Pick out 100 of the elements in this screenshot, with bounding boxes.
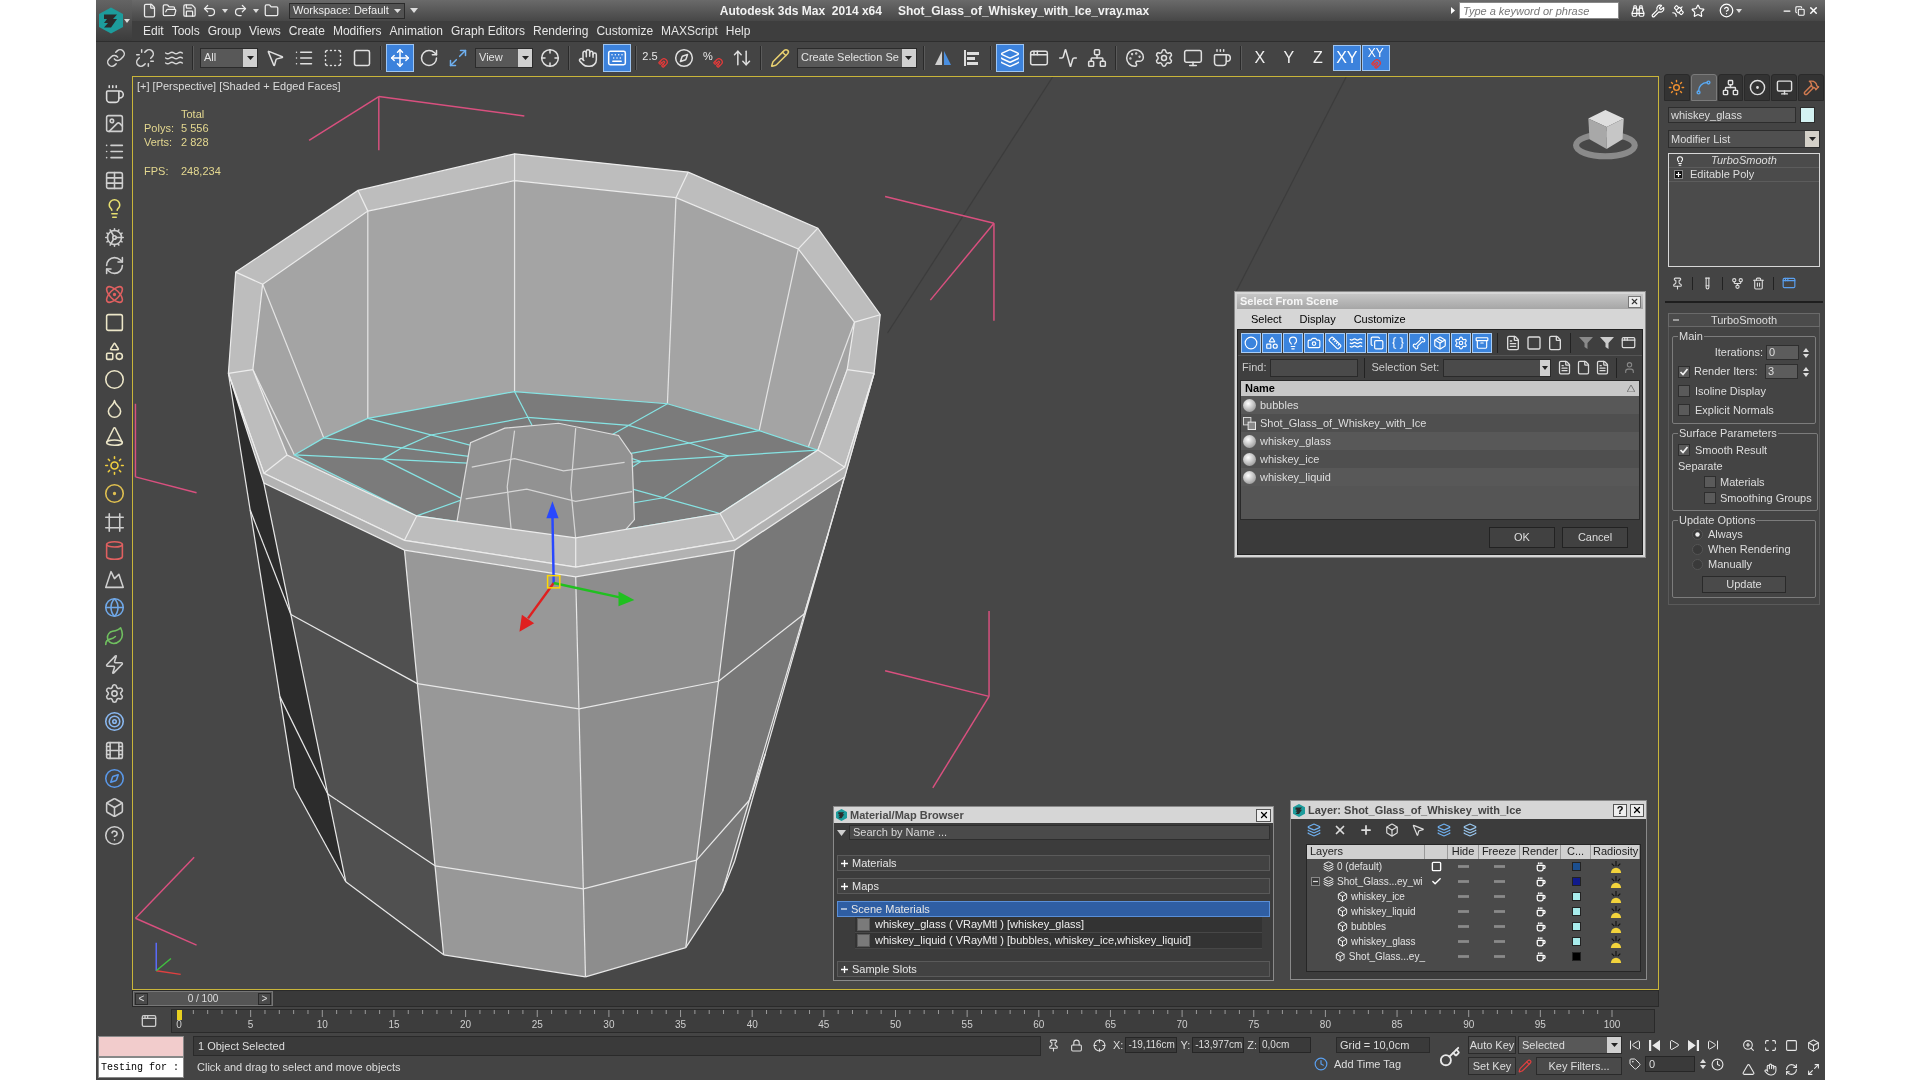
circle-icon[interactable] xyxy=(103,369,125,390)
color-swatch-icon[interactable] xyxy=(1800,107,1815,123)
move-gizmo-icon[interactable] xyxy=(519,501,635,632)
check-icon[interactable] xyxy=(1431,876,1442,887)
menu-item[interactable]: Graph Editors xyxy=(446,25,529,37)
radio-button[interactable] xyxy=(1692,544,1703,555)
color-swatch-icon[interactable] xyxy=(1571,952,1581,961)
restore-icon[interactable] xyxy=(1795,5,1805,16)
help-icon[interactable] xyxy=(103,825,125,846)
menu-item[interactable]: Modifiers xyxy=(328,25,386,37)
step-back-icon[interactable] xyxy=(1649,1039,1660,1051)
menu-item[interactable]: Customize xyxy=(1353,313,1406,325)
triangle-icon[interactable] xyxy=(1742,1062,1756,1076)
coordinate-field[interactable]: -19,116cm xyxy=(1125,1037,1178,1053)
cup-icon[interactable] xyxy=(1535,906,1546,917)
cursor-icon[interactable] xyxy=(1411,823,1425,837)
cup-icon[interactable] xyxy=(1535,891,1546,902)
filter-toggle-button[interactable] xyxy=(1283,332,1303,353)
close-button[interactable] xyxy=(1256,808,1271,822)
caret-icon[interactable] xyxy=(1736,8,1742,13)
modifier-stack-item[interactable]: Editable Poly xyxy=(1669,168,1819,182)
menu-item[interactable]: Rendering xyxy=(529,25,593,37)
object-row[interactable]: Shot_Glass_of_Whiskey_with_Ice xyxy=(1241,414,1639,432)
object-row[interactable]: whiskey_ice xyxy=(1241,450,1639,468)
clock-icon[interactable] xyxy=(1314,1057,1328,1071)
layer-name[interactable]: whiskey_ice xyxy=(1351,891,1405,902)
color-swatch-icon[interactable] xyxy=(1571,907,1581,916)
redo-icon[interactable] xyxy=(233,3,248,18)
color-swatch-icon[interactable] xyxy=(1571,922,1581,931)
dropdown[interactable]: Create Selection Se xyxy=(797,47,917,68)
filter-toggle-button[interactable] xyxy=(1304,332,1324,353)
time-slider-thumb[interactable]: < 0 / 100 > xyxy=(133,991,273,1006)
zoom-in-icon[interactable] xyxy=(1742,1039,1756,1052)
layers-icon[interactable] xyxy=(1307,823,1321,837)
time-tag-label[interactable]: Add Time Tag xyxy=(1334,1058,1402,1070)
layer-name[interactable]: Shot_Glass...ey_ xyxy=(1348,951,1425,962)
layer-name[interactable]: bubbles xyxy=(1351,921,1387,932)
settings-icon[interactable] xyxy=(103,682,125,704)
name-field[interactable]: whiskey_glass xyxy=(1668,107,1796,123)
lamp-icon[interactable] xyxy=(1608,890,1623,903)
gear-icon[interactable] xyxy=(103,226,125,248)
square-icon[interactable] xyxy=(103,312,125,333)
filter-toggle-button[interactable] xyxy=(1409,332,1429,353)
step-forward-icon[interactable] xyxy=(1688,1039,1699,1051)
checkbox[interactable] xyxy=(1678,404,1690,416)
previous-frame-button[interactable]: < xyxy=(135,992,148,1005)
key-mode-dropdown[interactable]: Selected xyxy=(1518,1036,1622,1054)
person-icon[interactable] xyxy=(1623,361,1637,374)
selection-set-dropdown[interactable] xyxy=(1443,358,1552,377)
axis-snap-toggle[interactable]: XY xyxy=(1361,44,1390,71)
menu-item[interactable]: Views xyxy=(245,25,285,37)
close-button[interactable] xyxy=(1628,295,1641,308)
cylinder-icon[interactable] xyxy=(103,540,125,561)
circular-arrows-icon[interactable] xyxy=(103,255,125,276)
wrench-icon[interactable] xyxy=(1651,3,1665,18)
caret-icon[interactable] xyxy=(253,8,259,13)
cup-icon[interactable] xyxy=(1535,951,1546,962)
folder-icon[interactable] xyxy=(264,3,279,18)
new-file-icon[interactable] xyxy=(142,3,157,18)
glass-base-drawing[interactable] xyxy=(300,799,753,978)
pin-icon[interactable] xyxy=(1047,1039,1060,1052)
open-folder-icon[interactable] xyxy=(162,3,177,18)
spinner-arrows-icon[interactable] xyxy=(1699,1057,1707,1071)
box-icon[interactable] xyxy=(1806,1039,1820,1052)
color-swatch-icon[interactable] xyxy=(1571,877,1581,886)
move-button[interactable] xyxy=(386,43,414,72)
layer-name[interactable]: whiskey_glass xyxy=(1351,936,1416,947)
command-panel-tab[interactable] xyxy=(1771,74,1798,101)
mountain-icon[interactable] xyxy=(103,568,125,590)
trash-icon[interactable] xyxy=(1752,276,1765,290)
lightning-icon[interactable] xyxy=(103,654,125,675)
menu-item[interactable]: Display xyxy=(1299,313,1336,325)
column-header[interactable]: Layers xyxy=(1307,845,1425,859)
atom-icon[interactable] xyxy=(103,283,125,305)
compass-icon[interactable] xyxy=(103,768,125,789)
track-bar[interactable]: 0 5 10 15 20 25 30 35 40 45 50 55 60 65 70 75 80 85 90 95 100 xyxy=(171,1009,1655,1033)
satellite-icon[interactable] xyxy=(1671,3,1685,18)
film-icon[interactable] xyxy=(103,739,125,761)
menu-item[interactable]: Animation xyxy=(385,25,447,37)
axis-constraint-toggle[interactable]: Z xyxy=(1303,44,1332,71)
key-icon[interactable] xyxy=(1439,1046,1461,1068)
expand-arrow-icon[interactable] xyxy=(1451,7,1455,14)
window-icon[interactable] xyxy=(1782,276,1796,290)
square-icon[interactable] xyxy=(1785,1039,1799,1052)
snap-toggle[interactable]: 2.5 xyxy=(641,43,669,72)
sun-icon[interactable] xyxy=(103,454,125,476)
box-icon[interactable] xyxy=(1385,823,1399,837)
plus-icon[interactable] xyxy=(1359,823,1373,837)
command-panel-tab[interactable] xyxy=(1664,74,1690,101)
lamp-icon[interactable] xyxy=(1608,860,1623,873)
color-swatch-icon[interactable] xyxy=(1571,937,1581,946)
layer-name[interactable]: whiskey_liquid xyxy=(1351,906,1416,917)
material-item[interactable]: whiskey_glass ( VRayMtl ) [whiskey_glass] xyxy=(855,917,1262,933)
circular-arrows-icon[interactable] xyxy=(1785,1062,1799,1076)
menu-item[interactable]: Create xyxy=(284,25,329,37)
leaf-icon[interactable] xyxy=(103,625,125,647)
radio-button[interactable] xyxy=(1692,559,1703,570)
cup-icon[interactable] xyxy=(1535,936,1546,947)
x-mark-icon[interactable] xyxy=(1333,823,1347,837)
listener-input-field[interactable] xyxy=(98,1036,184,1057)
